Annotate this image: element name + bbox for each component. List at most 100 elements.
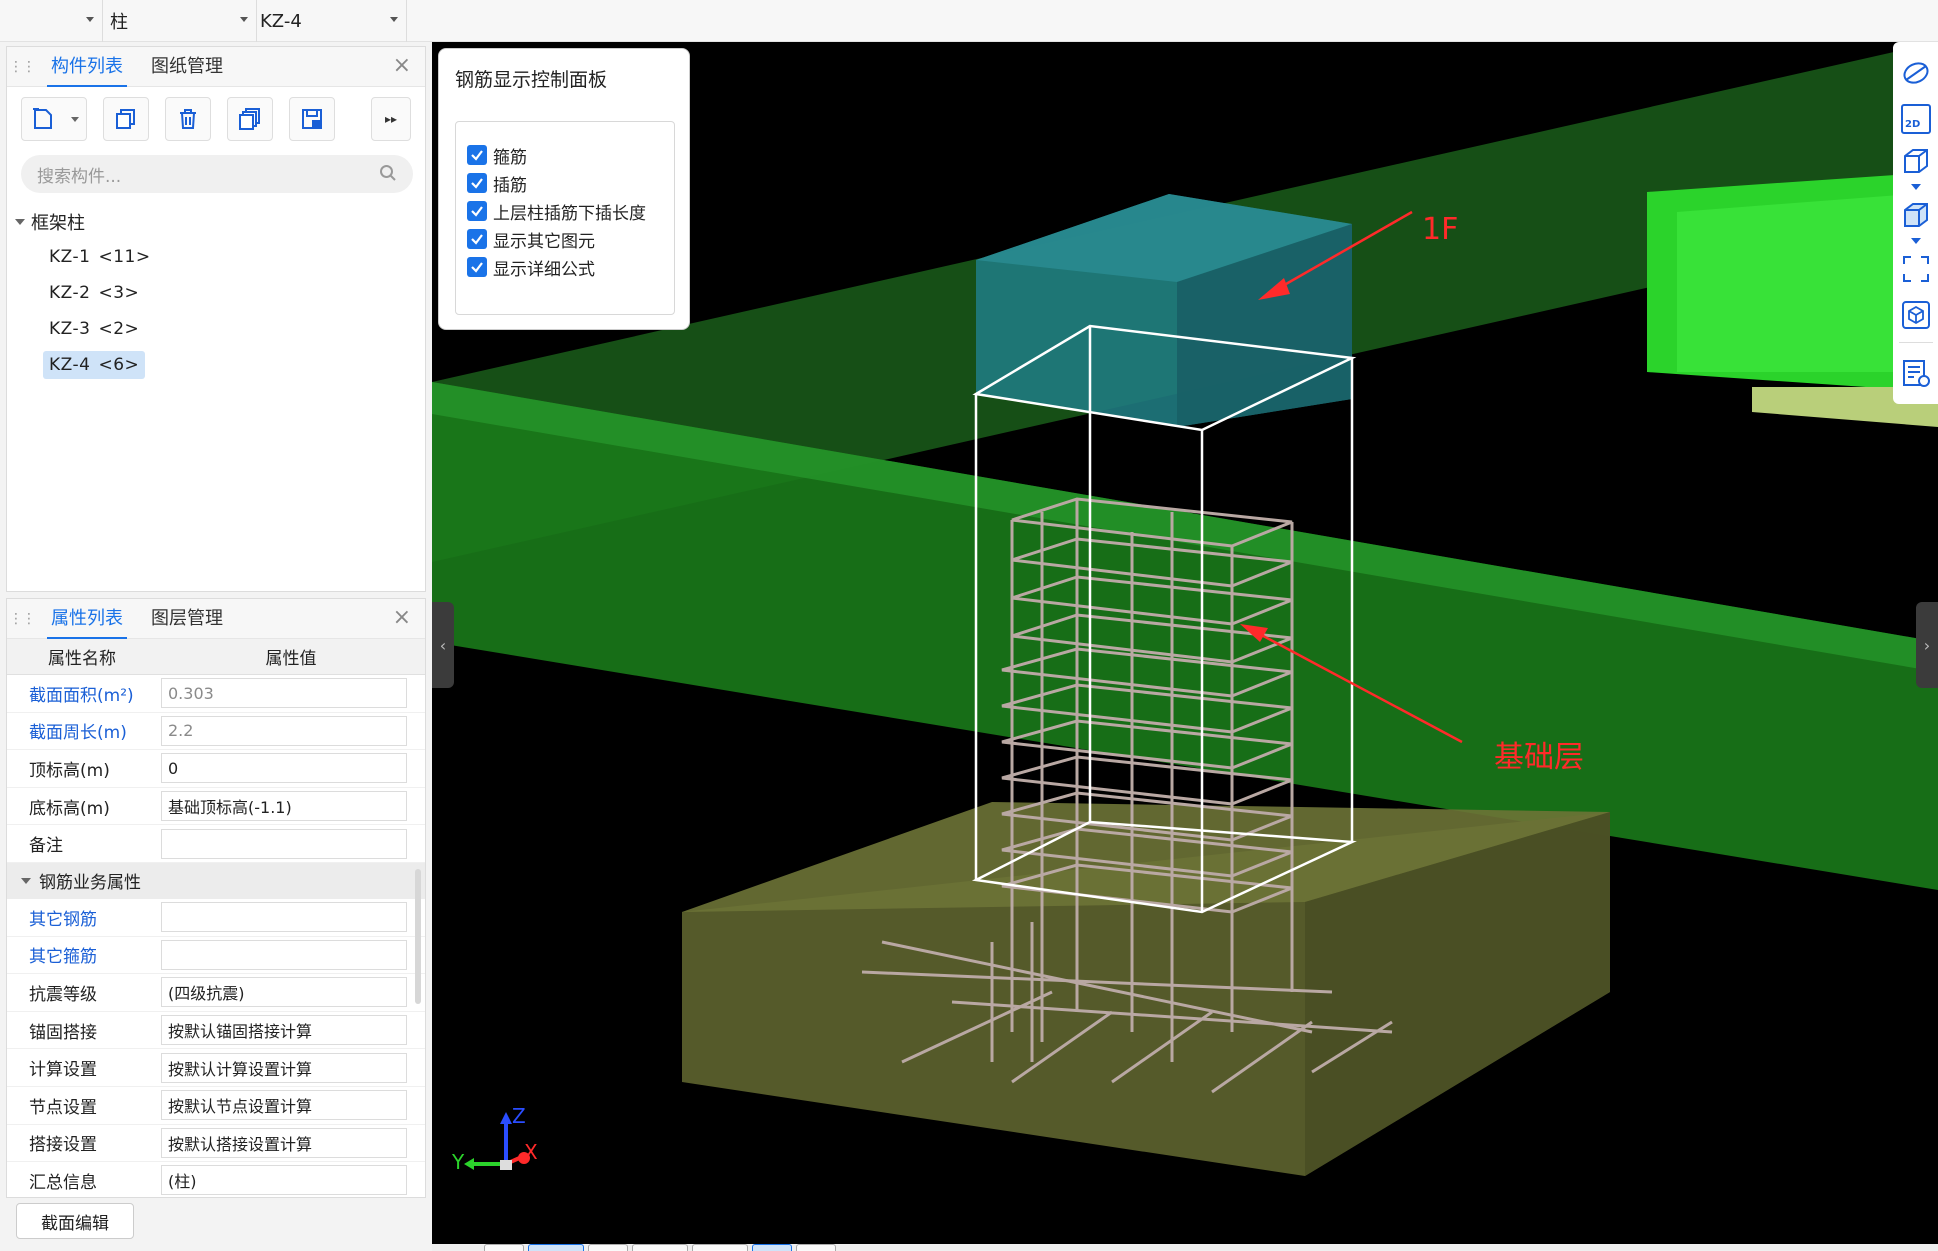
checkbox-checked-icon[interactable] — [467, 257, 487, 277]
delete-component-button[interactable] — [165, 97, 211, 141]
tree-item-name: KZ-1 — [49, 247, 91, 267]
tree-item[interactable]: KZ-4 <6> — [7, 347, 425, 383]
copy-component-button[interactable] — [103, 97, 149, 141]
group-rebar-properties[interactable]: 钢筋业务属性 — [7, 862, 425, 899]
section-edit-button[interactable]: 截面编辑 — [16, 1203, 134, 1239]
property-row: 其它箍筋 — [7, 937, 425, 975]
checkbox-label: 显示详细公式 — [493, 259, 595, 280]
property-value-field[interactable]: 按默认计算设置计算 — [161, 1052, 407, 1083]
tree-item[interactable]: KZ-1 <11> — [7, 239, 425, 275]
checkbox-checked-icon[interactable] — [467, 145, 487, 165]
property-value-field[interactable] — [161, 939, 407, 970]
2d-label: 2D — [1905, 119, 1921, 130]
property-value-field[interactable]: 2.2 — [161, 715, 407, 746]
property-value-field[interactable]: (四级抗震) — [161, 977, 407, 1008]
cube-view-icon[interactable] — [1901, 300, 1931, 330]
drag-handle-icon[interactable]: ⋮⋮ — [7, 60, 37, 74]
tab-property-list[interactable]: 属性列表 — [37, 599, 137, 639]
more-tools-button[interactable]: ▸▸ — [371, 97, 411, 141]
property-name[interactable]: 截面面积(m²) — [7, 681, 157, 706]
property-name[interactable]: 其它钢筋 — [7, 905, 157, 930]
drag-handle-icon[interactable]: ⋮⋮ — [7, 612, 37, 626]
property-row: 搭接设置 按默认搭接设置计算 — [7, 1125, 425, 1163]
property-name: 汇总信息 — [29, 1172, 97, 1193]
property-name[interactable]: 截面周长(m) — [7, 718, 157, 743]
view-tab[interactable] — [692, 1244, 748, 1251]
property-row: 顶标高(m) 0 — [7, 750, 425, 788]
app-window: 柱 KZ-4 ⋮⋮ 构件列表 图纸管理 × ▸▸ 搜索构件... 框架柱 KZ-… — [0, 0, 1938, 1251]
property-name: 底标高(m) — [29, 798, 110, 819]
component-type-select[interactable]: 柱 — [104, 4, 254, 38]
control-panel-title: 钢筋显示控制面板 — [455, 69, 608, 91]
property-name: 计算设置 — [29, 1060, 97, 1081]
tree-item[interactable]: KZ-3 <2> — [7, 311, 425, 347]
property-name[interactable]: 其它箍筋 — [7, 942, 157, 967]
tree-item-label: KZ-1 <11> — [43, 243, 157, 271]
property-value-field[interactable]: 0 — [161, 753, 407, 784]
tab-component-list[interactable]: 构件列表 — [37, 47, 137, 87]
view-tab[interactable] — [528, 1244, 584, 1251]
chevron-down-icon[interactable] — [1911, 238, 1921, 244]
tree-item-label: KZ-3 <2> — [43, 315, 145, 343]
property-value-field[interactable]: 按默认节点设置计算 — [161, 1090, 407, 1121]
property-row: 节点设置 按默认节点设置计算 — [7, 1087, 425, 1125]
component-name-value: KZ-4 — [260, 10, 302, 32]
property-row: 底标高(m) 基础顶标高(-1.1) — [7, 788, 425, 826]
right-view-toolbar: 2D — [1893, 42, 1938, 404]
close-icon[interactable]: × — [393, 607, 411, 629]
close-icon[interactable]: × — [393, 55, 411, 77]
checkbox-option[interactable]: 显示其它图元 — [467, 224, 595, 254]
checkbox-option[interactable]: 显示详细公式 — [467, 252, 595, 282]
checkbox-option[interactable]: 上层柱插筋下插长度 — [467, 196, 646, 226]
collapse-right-handle[interactable]: › — [1916, 602, 1938, 688]
checkbox-option[interactable]: 箍筋 — [467, 140, 527, 170]
solid-box-icon[interactable] — [1901, 200, 1931, 230]
property-table-header: 属性名称 属性值 — [7, 639, 425, 675]
property-value-field[interactable] — [161, 902, 407, 933]
checkbox-label: 上层柱插筋下插长度 — [493, 203, 646, 224]
tree-item[interactable]: KZ-2 <3> — [7, 275, 425, 311]
panel-header: ⋮⋮ 属性列表 图层管理 × — [7, 599, 425, 639]
component-type-value: 柱 — [110, 12, 128, 33]
duplicate-component-button[interactable] — [227, 97, 273, 141]
property-value-field[interactable]: 按默认搭接设置计算 — [161, 1127, 407, 1158]
chevron-left-icon: ‹ — [439, 635, 447, 655]
3d-box-icon[interactable] — [1901, 146, 1931, 176]
tree-root-frame-column[interactable]: 框架柱 — [7, 205, 425, 239]
view-tab[interactable] — [588, 1244, 628, 1251]
checkbox-checked-icon[interactable] — [467, 201, 487, 221]
checkbox-option[interactable]: 插筋 — [467, 168, 527, 198]
chevron-down-icon — [21, 877, 31, 884]
checkbox-checked-icon[interactable] — [467, 229, 487, 249]
save-component-button[interactable] — [289, 97, 335, 141]
tab-drawing-management[interactable]: 图纸管理 — [137, 47, 237, 87]
search-input[interactable]: 搜索构件... — [21, 155, 413, 193]
tab-layer-management[interactable]: 图层管理 — [137, 599, 237, 639]
view-tab[interactable] — [796, 1244, 836, 1251]
view-tab[interactable] — [484, 1244, 524, 1251]
copy-icon — [116, 109, 135, 129]
property-value-field[interactable] — [161, 828, 407, 859]
property-value-field[interactable]: 基础顶标高(-1.1) — [161, 791, 407, 822]
property-row: 计算设置 按默认计算设置计算 — [7, 1049, 425, 1087]
checkbox-checked-icon[interactable] — [467, 173, 487, 193]
view-tab[interactable] — [752, 1244, 792, 1251]
orbit-icon[interactable] — [1901, 58, 1931, 88]
component-name-select[interactable]: KZ-4 — [258, 4, 404, 38]
chevron-right-icon: › — [1923, 635, 1931, 655]
search-placeholder: 搜索构件... — [37, 166, 122, 187]
floor-select[interactable] — [0, 4, 100, 38]
property-value-field[interactable]: (柱) — [161, 1165, 407, 1196]
chevron-down-icon[interactable] — [1911, 184, 1921, 190]
2d-view-icon[interactable]: 2D — [1901, 104, 1931, 134]
collapse-left-handle[interactable]: ‹ — [432, 602, 454, 688]
chevron-down-icon — [240, 17, 248, 22]
scrollbar[interactable] — [415, 869, 421, 1004]
fit-view-icon[interactable] — [1901, 254, 1931, 284]
header-property-name: 属性名称 — [48, 649, 116, 669]
report-icon[interactable] — [1901, 358, 1931, 388]
property-value-field[interactable]: 0.303 — [161, 678, 407, 709]
new-component-button[interactable] — [21, 97, 87, 141]
view-tab[interactable] — [632, 1244, 688, 1251]
property-value-field[interactable]: 按默认锚固搭接计算 — [161, 1015, 407, 1046]
